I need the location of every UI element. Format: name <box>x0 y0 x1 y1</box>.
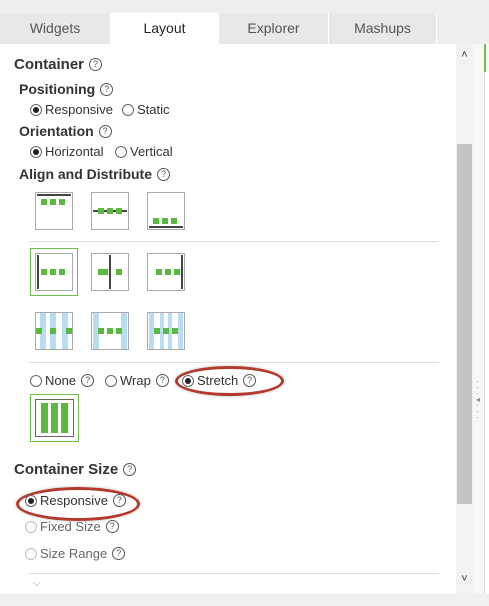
tab-widgets[interactable]: Widgets <box>0 13 111 44</box>
align-right-button[interactable] <box>147 253 185 291</box>
radio-unselected-icon[interactable] <box>115 145 127 158</box>
align-distribute-label: Align and Distribute? <box>19 166 170 182</box>
positioning-static-option[interactable]: Static <box>122 102 170 117</box>
adjacent-panel-edge <box>484 44 489 594</box>
align-help-icon[interactable]: ? <box>157 167 170 181</box>
scroll-up-icon[interactable]: ˄ <box>456 46 473 64</box>
radio-selected-icon[interactable] <box>182 374 194 387</box>
positioning-label: Positioning? <box>19 81 114 97</box>
scroll-down-icon[interactable]: ˅ <box>456 570 473 588</box>
size-fixed-label: Fixed Size <box>40 519 101 534</box>
size-range-label: Size Range <box>40 546 108 561</box>
size-fixed-option[interactable]: Fixed Size? <box>25 519 119 534</box>
wrap-none-label: None <box>45 373 77 388</box>
tab-explorer[interactable]: Explorer <box>219 13 329 44</box>
align-bottom-button[interactable] <box>147 192 185 230</box>
orientation-help-icon[interactable]: ? <box>98 124 112 138</box>
chevron-down-icon[interactable]: ⌵ <box>33 578 41 589</box>
container-help-icon[interactable]: ? <box>89 57 103 71</box>
wrap-help-icon[interactable]: ? <box>155 374 169 388</box>
distribute-around-button[interactable] <box>35 312 73 350</box>
wrap-stretch-label: Stretch <box>197 373 239 388</box>
positioning-responsive-label: Responsive <box>45 102 113 117</box>
wrap-stretch-option[interactable]: Stretch? <box>182 373 257 388</box>
orientation-horizontal-label: Horizontal <box>45 144 104 159</box>
size-fixed-help-icon[interactable]: ? <box>105 520 119 534</box>
radio-selected-icon[interactable] <box>25 494 37 507</box>
container-size-title: Container Size? <box>14 461 137 478</box>
positioning-responsive-option[interactable]: Responsive <box>30 102 113 117</box>
adjacent-panel-accent <box>484 44 489 72</box>
wrap-wrap-label: Wrap <box>120 373 151 388</box>
size-responsive-option[interactable]: Responsive? <box>25 493 126 508</box>
size-range-option[interactable]: Size Range? <box>25 546 126 561</box>
align-left-button[interactable] <box>30 248 78 296</box>
wrap-none-option[interactable]: None? <box>30 373 95 388</box>
tab-bar: Widgets Layout Explorer Mashups <box>0 0 489 44</box>
radio-selected-icon[interactable] <box>30 145 42 158</box>
tab-mashups[interactable]: Mashups <box>329 13 437 44</box>
divider <box>29 241 439 242</box>
container-size-help-icon[interactable]: ? <box>123 462 137 476</box>
radio-unselected-icon[interactable] <box>25 547 37 560</box>
align-middle-button[interactable] <box>91 192 129 230</box>
tab-layout[interactable]: Layout <box>111 13 219 44</box>
radio-unselected-icon[interactable] <box>30 374 42 387</box>
container-title-text: Container <box>14 56 85 73</box>
radio-selected-icon[interactable] <box>30 103 42 116</box>
radio-unselected-icon[interactable] <box>122 103 134 116</box>
radio-unselected-icon[interactable] <box>105 374 117 387</box>
align-top-button[interactable] <box>35 192 73 230</box>
distribute-between-button[interactable] <box>91 312 129 350</box>
positioning-static-label: Static <box>137 102 170 117</box>
distribute-evenly-button[interactable] <box>147 312 185 350</box>
positioning-help-icon[interactable]: ? <box>100 82 114 96</box>
orientation-label: Orientation? <box>19 123 112 139</box>
orientation-vertical-label: Vertical <box>130 144 173 159</box>
divider <box>29 573 439 574</box>
align-distribute-label-text: Align and Distribute <box>19 166 152 182</box>
size-responsive-label: Responsive <box>40 493 108 508</box>
wrap-wrap-option[interactable]: Wrap? <box>105 373 169 388</box>
scroll-thumb[interactable] <box>457 144 472 504</box>
orientation-horizontal-option[interactable]: Horizontal <box>30 144 104 159</box>
size-responsive-help-icon[interactable]: ? <box>112 494 126 508</box>
container-size-title-text: Container Size <box>14 461 119 478</box>
positioning-label-text: Positioning <box>19 81 96 97</box>
wrap-none-help-icon[interactable]: ? <box>81 374 95 388</box>
container-section-title: Container? <box>14 56 103 73</box>
align-center-button[interactable] <box>91 253 129 291</box>
size-range-help-icon[interactable]: ? <box>112 547 126 561</box>
stretch-preview-button[interactable] <box>30 394 79 442</box>
orientation-vertical-option[interactable]: Vertical <box>115 144 173 159</box>
panel-scrollbar[interactable]: ˄ ˅ <box>456 44 473 594</box>
divider <box>29 362 439 363</box>
radio-unselected-icon[interactable] <box>25 520 37 533</box>
orientation-label-text: Orientation <box>19 123 94 139</box>
drag-handle-icon[interactable]: · · · ◂ · · · <box>476 378 480 422</box>
layout-panel: Container? Positioning? Responsive Stati… <box>0 44 456 594</box>
stretch-help-icon[interactable]: ? <box>243 374 257 388</box>
